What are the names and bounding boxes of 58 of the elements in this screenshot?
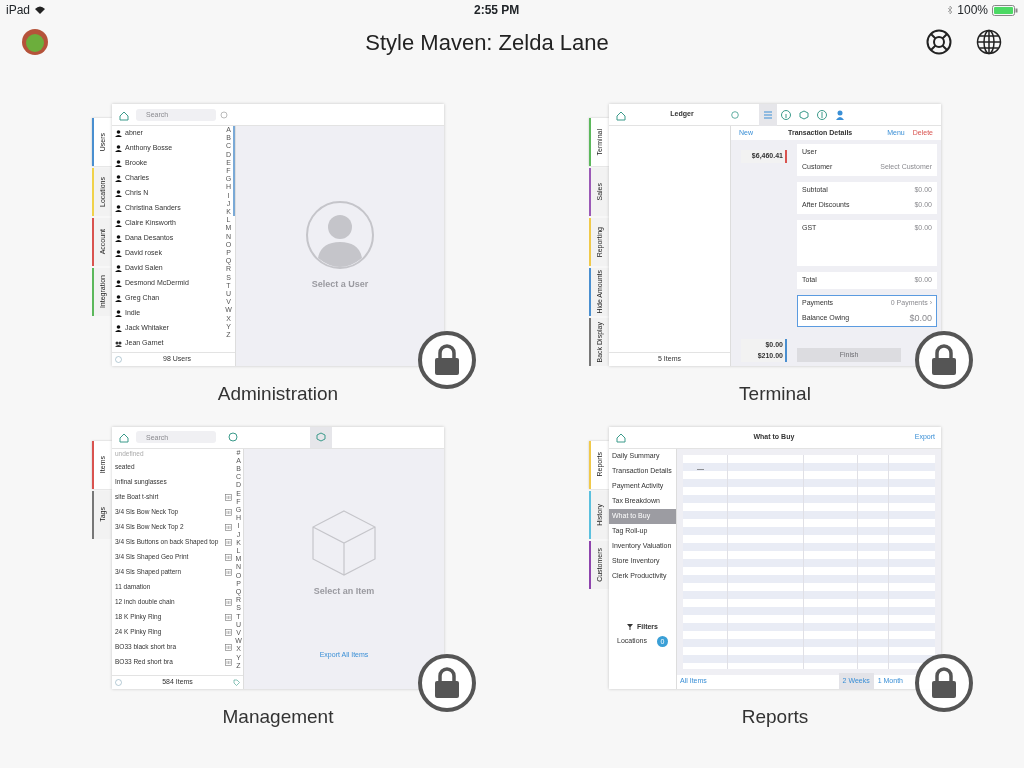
user-placeholder-icon xyxy=(305,200,375,271)
empty-message: Select a User xyxy=(311,278,369,292)
battery-icon xyxy=(992,4,1018,16)
lock-button[interactable] xyxy=(915,331,973,389)
lock-icon xyxy=(930,666,958,699)
barcode-tag-icon xyxy=(225,643,232,651)
barcode-tag-icon xyxy=(225,523,232,531)
filter-icon xyxy=(627,623,633,630)
toolbar-tab[interactable] xyxy=(759,104,777,126)
barcode-tag-icon xyxy=(225,538,232,546)
person-icon xyxy=(115,250,122,257)
lock-icon xyxy=(930,344,958,376)
person-icon xyxy=(115,145,122,152)
person-icon xyxy=(115,265,122,272)
barcode-tag-icon xyxy=(225,508,232,516)
status-time: 2:55 PM xyxy=(474,2,520,19)
module-label[interactable]: Administration xyxy=(217,380,339,409)
barcode-tag-icon xyxy=(225,568,232,576)
info-icon xyxy=(779,107,793,122)
lifebuoy-icon[interactable] xyxy=(926,29,952,55)
carrier-name: iPad xyxy=(6,2,31,19)
lock-icon xyxy=(433,344,461,376)
barcode-tag-icon xyxy=(225,613,232,621)
bluetooth-icon xyxy=(947,5,954,15)
person-icon xyxy=(115,310,122,317)
person-icon xyxy=(115,325,122,332)
module-label[interactable]: Management xyxy=(222,702,334,731)
lock-button[interactable] xyxy=(915,653,973,712)
box-tab[interactable] xyxy=(310,426,332,448)
group-icon xyxy=(115,340,122,347)
person-icon xyxy=(115,190,122,197)
person-icon xyxy=(115,205,122,212)
person-icon xyxy=(115,175,122,182)
barcode-tag-icon xyxy=(225,658,232,666)
lock-button[interactable] xyxy=(418,653,476,712)
app-title: Style Maven: Zelda Lane xyxy=(365,28,609,57)
wifi-icon xyxy=(34,5,47,15)
battery-percent: 100% xyxy=(957,2,988,19)
barcode-tag-icon xyxy=(225,493,232,501)
lock-icon xyxy=(433,666,461,699)
avatar[interactable] xyxy=(22,29,48,55)
person-icon xyxy=(115,295,122,302)
person-icon xyxy=(115,280,122,287)
person-icon xyxy=(115,130,122,137)
module-label[interactable]: Terminal xyxy=(739,380,811,409)
home-icon[interactable] xyxy=(615,431,627,443)
person-icon xyxy=(115,160,122,167)
home-icon[interactable] xyxy=(118,431,130,443)
barcode-tag-icon xyxy=(225,598,232,606)
barcode-tag-icon xyxy=(225,628,232,636)
globe-icon[interactable] xyxy=(976,29,1002,55)
module-label[interactable]: Reports xyxy=(741,702,809,731)
lock-button[interactable] xyxy=(418,331,476,389)
empty-message: Select an Item xyxy=(313,584,375,598)
field-value: $0.00 xyxy=(909,311,932,325)
barcode-tag-icon xyxy=(225,553,232,561)
person-icon xyxy=(115,235,122,242)
person-icon xyxy=(115,220,122,227)
